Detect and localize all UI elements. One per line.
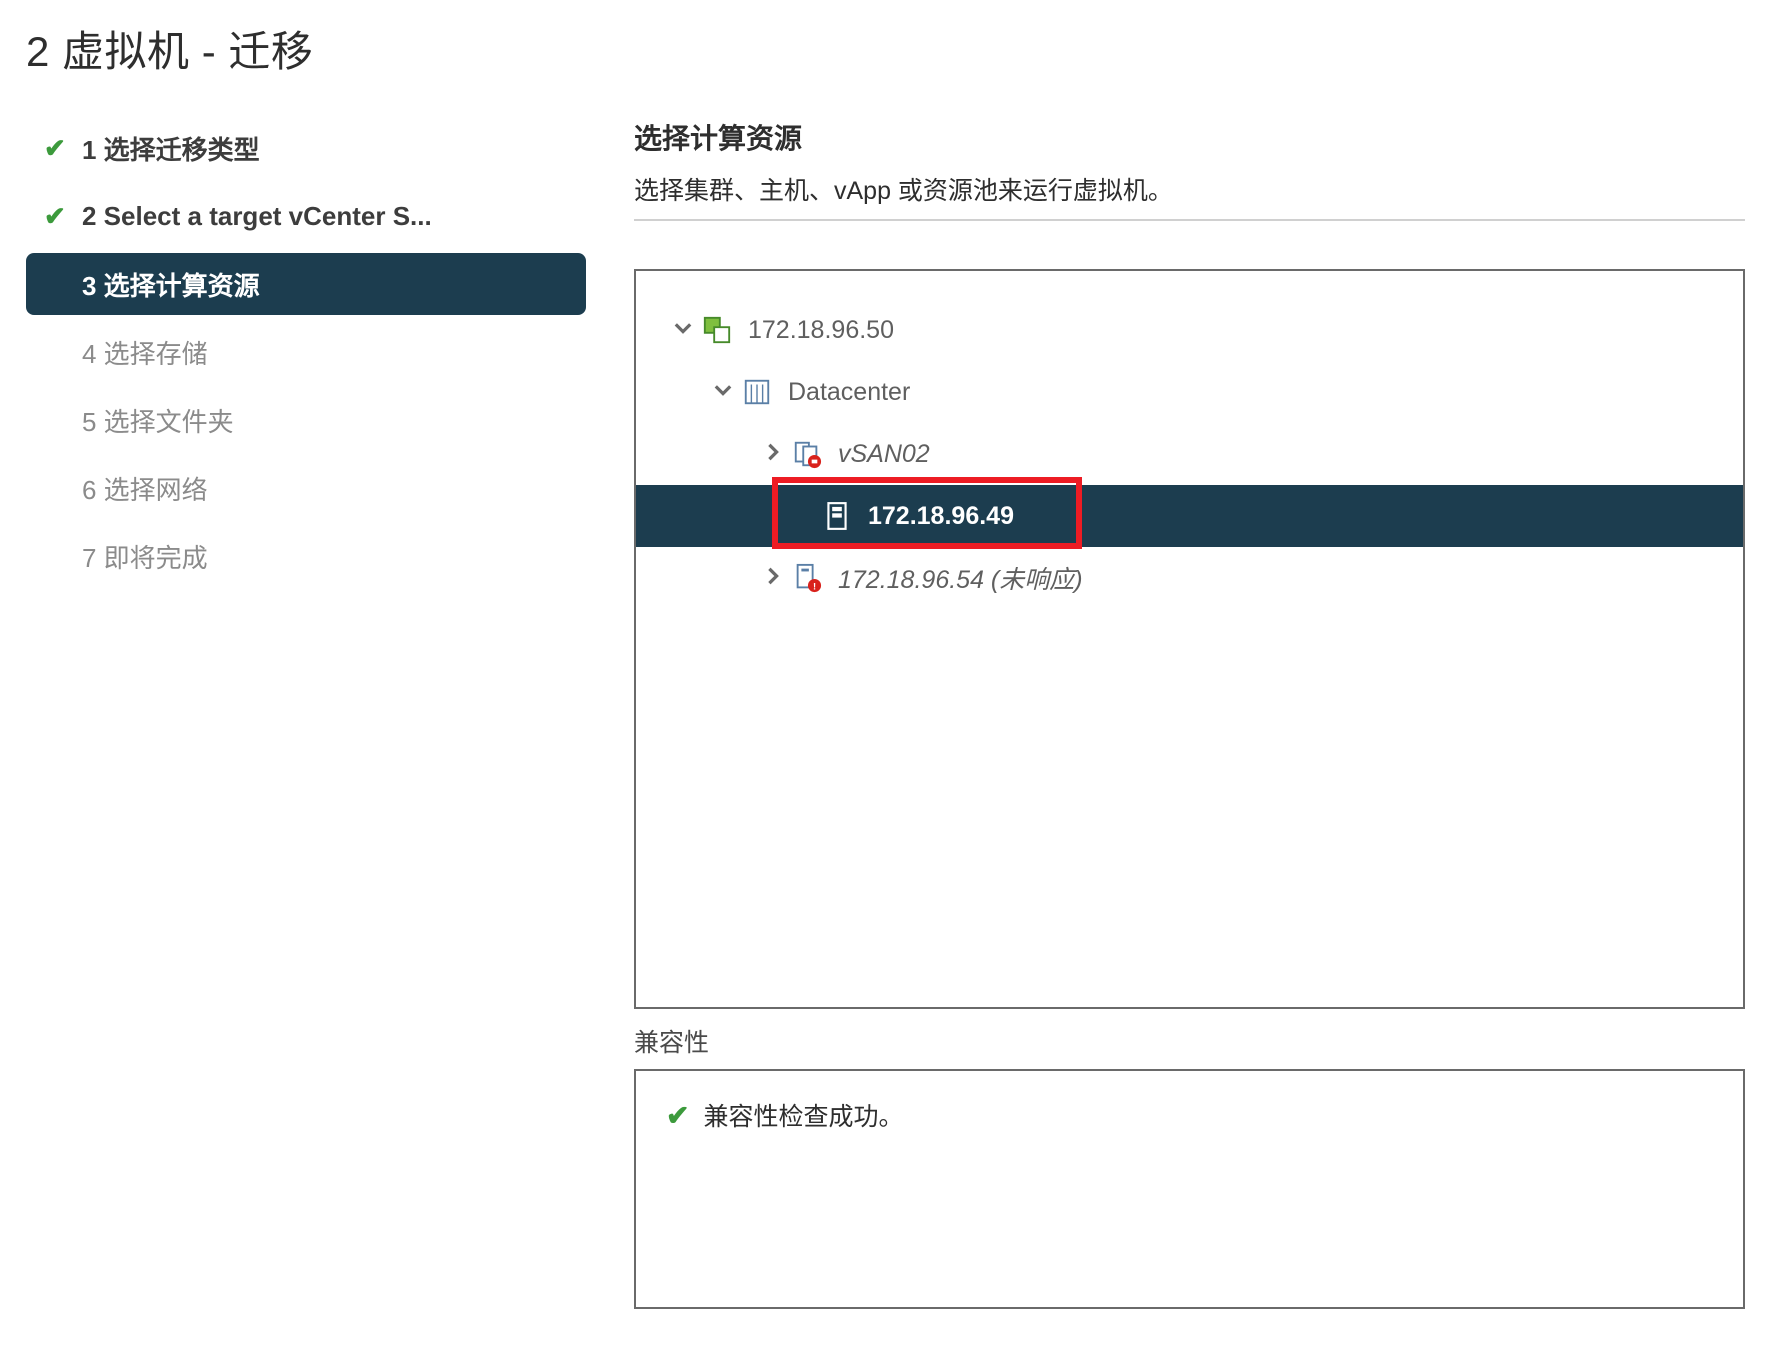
tree-node-label: Datacenter	[788, 378, 910, 407]
compatibility-panel: ✔ 兼容性检查成功。	[634, 1069, 1745, 1309]
wizard-step-4[interactable]: 4 选择存储	[26, 321, 586, 383]
tree-node-datacenter[interactable]: Datacenter	[636, 361, 1743, 423]
datacenter-icon	[740, 375, 774, 409]
tree-node-host-selected[interactable]: 172.18.96.49	[636, 485, 1743, 547]
wizard-steps-sidebar: ✔ 1 选择迁移类型 ✔ 2 Select a target vCenter S…	[26, 117, 586, 1309]
tree-node-vcenter[interactable]: 172.18.96.50	[636, 299, 1743, 361]
tree-node-label: 172.18.96.49	[868, 502, 1014, 531]
wizard-step-label: 1 选择迁移类型	[82, 130, 260, 167]
cluster-icon	[790, 437, 824, 471]
wizard-step-3[interactable]: 3 选择计算资源	[26, 253, 586, 315]
vcenter-icon	[700, 313, 734, 347]
check-icon: ✔	[44, 133, 82, 164]
wizard-step-label: 4 选择存储	[82, 334, 208, 371]
wizard-step-label: 6 选择网络	[82, 470, 208, 507]
tree-node-label: 172.18.96.54 (未响应)	[838, 560, 1083, 596]
tree-node-label: vSAN02	[838, 440, 930, 469]
tree-node-host-unresponsive[interactable]: ! 172.18.96.54 (未响应)	[636, 547, 1743, 609]
wizard-step-5[interactable]: 5 选择文件夹	[26, 389, 586, 451]
wizard-step-7[interactable]: 7 即将完成	[26, 525, 586, 587]
section-heading: 选择计算资源	[634, 117, 1745, 157]
divider	[634, 219, 1745, 221]
check-icon: ✔	[44, 201, 82, 232]
chevron-right-icon[interactable]	[756, 441, 790, 467]
dialog-title: 2 虚拟机 - 迁移	[26, 18, 1745, 79]
compatibility-label: 兼容性	[634, 1023, 1745, 1059]
host-error-icon: !	[790, 561, 824, 595]
chevron-down-icon[interactable]	[706, 379, 740, 405]
host-icon	[820, 499, 854, 533]
wizard-step-label: 7 即将完成	[82, 538, 208, 575]
svg-text:!: !	[813, 581, 816, 591]
wizard-step-6[interactable]: 6 选择网络	[26, 457, 586, 519]
wizard-step-label: 5 选择文件夹	[82, 402, 234, 439]
chevron-right-icon[interactable]	[756, 565, 790, 591]
wizard-step-2[interactable]: ✔ 2 Select a target vCenter S...	[26, 185, 586, 247]
check-icon: ✔	[666, 1099, 689, 1132]
tree-node-cluster[interactable]: vSAN02	[636, 423, 1743, 485]
wizard-step-label: 3 选择计算资源	[82, 266, 260, 303]
compatibility-message: 兼容性检查成功。	[703, 1097, 903, 1133]
wizard-step-1[interactable]: ✔ 1 选择迁移类型	[26, 117, 586, 179]
tree-node-label: 172.18.96.50	[748, 316, 894, 345]
wizard-step-label: 2 Select a target vCenter S...	[82, 201, 432, 232]
section-subheading: 选择集群、主机、vApp 或资源池来运行虚拟机。	[634, 171, 1745, 207]
compute-resource-tree: 172.18.96.50	[634, 269, 1745, 1009]
chevron-down-icon[interactable]	[666, 317, 700, 343]
